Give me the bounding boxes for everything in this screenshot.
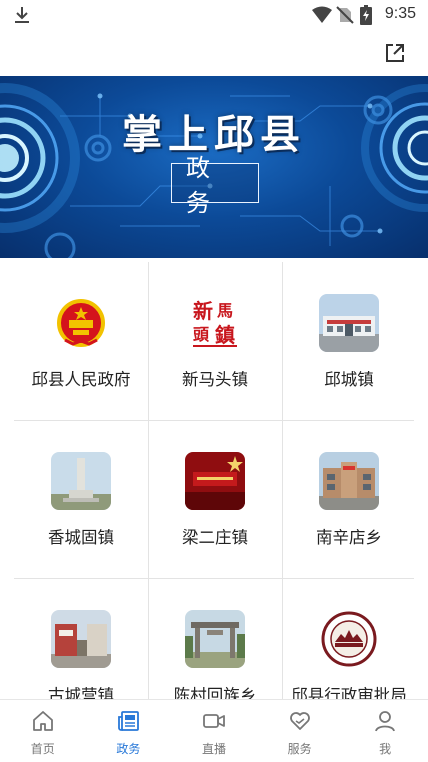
xinmatou-logo: 新 馬 頭 鎮 — [185, 294, 245, 352]
battery-icon — [360, 5, 372, 25]
building-photo — [319, 294, 379, 352]
tab-live[interactable]: 直播 — [171, 700, 257, 762]
grid-item-qiucheng[interactable]: 邱城镇 — [282, 262, 416, 420]
grid-item-liangerzhuang[interactable]: 梁二庄镇 — [148, 420, 282, 578]
red-stage-photo — [185, 452, 245, 510]
tab-label: 我 — [342, 740, 428, 757]
tab-label: 直播 — [171, 740, 257, 757]
download-icon — [12, 5, 32, 25]
grid-item-label: 梁二庄镇 — [148, 524, 282, 548]
archway-photo — [185, 610, 245, 668]
no-sim-icon — [336, 6, 354, 24]
banner-subtitle: 政务 — [171, 163, 259, 203]
top-bar — [0, 30, 428, 76]
grid-item-label: 南辛店乡 — [282, 524, 416, 548]
tab-label: 政务 — [86, 740, 172, 757]
tab-home[interactable]: 首页 — [0, 700, 86, 762]
grid-item-label: 邱县人民政府 — [14, 366, 148, 390]
grid-item-label: 邱城镇 — [282, 366, 416, 390]
grid-item-nanxindian[interactable]: 南辛店乡 — [282, 420, 416, 578]
tab-government[interactable]: 政务 — [86, 700, 172, 762]
svg-text:鎮: 鎮 — [215, 323, 235, 347]
home-icon — [31, 709, 55, 733]
share-icon[interactable] — [384, 42, 406, 64]
tab-me[interactable]: 我 — [342, 700, 428, 762]
tab-label: 首页 — [0, 740, 86, 757]
grid-item-xiangchenggu[interactable]: 香城固镇 — [14, 420, 148, 578]
svg-text:馬: 馬 — [217, 301, 233, 320]
svg-text:頭: 頭 — [193, 325, 210, 344]
status-bar: 9:35 — [0, 0, 428, 30]
tab-service[interactable]: 服务 — [257, 700, 343, 762]
government-building-photo — [319, 452, 379, 510]
monument-photo — [51, 452, 111, 510]
wifi-icon — [312, 6, 332, 24]
status-time: 9:35 — [385, 5, 416, 23]
heart-hands-icon — [288, 709, 312, 733]
newspaper-icon — [117, 709, 141, 733]
hero-banner[interactable]: 掌上邱县 政务 — [0, 76, 428, 258]
svg-text:新: 新 — [193, 299, 213, 323]
grid-item-qiuxian-government[interactable]: 邱县人民政府 — [14, 262, 148, 420]
grid-item-label: 香城固镇 — [14, 524, 148, 548]
national-emblem-icon — [51, 294, 111, 352]
bottom-tab-bar: 首页 政务 直播 服务 我 — [0, 699, 428, 761]
user-icon — [373, 709, 397, 733]
grid-item-label: 新马头镇 — [148, 366, 282, 390]
grid-item-xinmatou[interactable]: 新 馬 頭 鎮 新马头镇 — [148, 262, 282, 420]
video-icon — [202, 709, 226, 733]
tab-label: 服务 — [257, 740, 343, 757]
approval-bureau-logo — [319, 610, 379, 668]
gate-photo — [51, 610, 111, 668]
